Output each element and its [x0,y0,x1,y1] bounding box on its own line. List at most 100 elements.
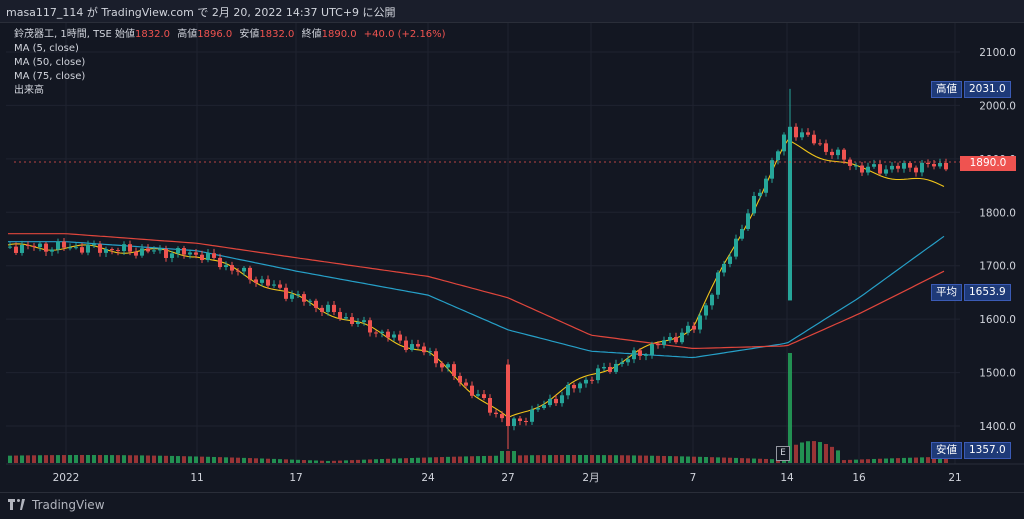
candle-body [386,331,390,338]
volume-bar [80,455,84,463]
volume-bar [824,444,828,463]
candle-body [260,279,264,283]
candle-body [74,247,78,249]
candle-body [320,307,324,312]
volume-bar [908,457,912,463]
volume-bar [140,455,144,463]
volume-bar [680,456,684,463]
volume-bar [260,458,264,463]
volume-bar [920,457,924,463]
volume-bar [902,457,906,463]
low-label: 安値 [239,29,260,40]
volume-bar [866,459,870,463]
candle-body [164,248,168,258]
ma-line-0 [7,139,945,419]
candle-body [404,340,408,350]
volume-bar [764,458,768,463]
candle-body [818,143,822,145]
volume-bar [206,456,210,463]
volume-bar [320,460,324,463]
candle-body [746,213,750,230]
candlesticks [8,88,948,449]
candle-body [764,178,768,193]
candle-body [602,366,606,369]
publish-info: masa117_114 が TradingView.com で 2月 20, 2… [6,6,396,19]
volume-bar [200,456,204,463]
candle-body [110,249,114,251]
volume-bar [560,455,564,463]
candle-body [428,351,432,353]
volume-bar [356,459,360,463]
earnings-marker-icon[interactable]: E [776,446,790,461]
candle-body [770,160,774,179]
volume-bar [602,455,606,463]
candle-body [170,253,174,258]
volume-bar [230,457,234,463]
candle-body [524,420,528,422]
volume-bar [596,455,600,463]
volume-bar [242,457,246,463]
volume-bar [8,455,12,463]
y-tick-label: 2100.0 [979,47,1016,59]
candle-body [836,149,840,156]
avg-price-tag: 平均 1653.9 [931,284,1011,301]
candle-body [194,252,198,255]
volume-bar [458,456,462,463]
high-label: 高値 [177,29,198,40]
candle-body [362,320,366,322]
candle-body [272,284,276,286]
candle-body [374,332,378,334]
ma5-legend[interactable]: MA (5, close) [14,42,446,56]
candle-body [794,126,798,138]
volume-bar [812,441,816,463]
candle-body [56,241,60,250]
volume-bar [710,457,714,463]
candle-body [860,165,864,173]
candle-body [848,159,852,166]
candle-body [752,195,756,214]
candle-body [596,368,600,381]
candle-body [440,363,444,368]
candle-body [452,364,456,376]
candle-body [470,385,474,396]
candle-body [920,162,924,173]
volume-bar [302,460,306,463]
publish-header: masa117_114 が TradingView.com で 2月 20, 2… [0,0,1024,23]
x-tick-label: 24 [421,472,435,484]
ma50-legend[interactable]: MA (50, close) [14,56,446,70]
ma75-legend[interactable]: MA (75, close) [14,70,446,84]
volume-bar [440,457,444,463]
volume-bar [794,444,798,463]
volume-bar [848,459,852,463]
volume-bar [476,456,480,463]
tradingview-logo[interactable]: TradingView [8,498,105,512]
volume-bar [854,459,858,463]
volume-bar [470,456,474,463]
volume-bar [614,455,618,463]
candle-body [26,244,30,246]
change-value: +40.0 (+2.16%) [363,29,446,40]
candle-body [680,332,684,343]
volume-bar [482,455,486,463]
volume-bar [524,455,528,463]
ohlc-row: 鈴茂器工, 1時間, TSE 始値1832.0 高値1896.0 安値1832.… [14,28,446,42]
volume-bar [374,459,378,463]
candle-body [416,344,420,347]
candle-body [926,162,930,164]
candle-body [740,229,744,239]
candle-body [98,244,102,253]
volume-bar [872,458,876,463]
volume-bar [608,455,612,463]
volume-bar [662,455,666,463]
volume-legend[interactable]: 出来高 [14,84,446,98]
volume-bar [800,442,804,463]
symbol-label[interactable]: 鈴茂器工, 1時間, TSE [14,29,112,40]
volume-bar [224,457,228,463]
volume-bar [368,459,372,463]
volume-bar [32,455,36,463]
volume-bar [98,455,102,463]
volume-bar [344,460,348,463]
candle-body [104,249,108,253]
open-label: 始値 [115,29,136,40]
avg-tag-label: 平均 [931,284,962,301]
